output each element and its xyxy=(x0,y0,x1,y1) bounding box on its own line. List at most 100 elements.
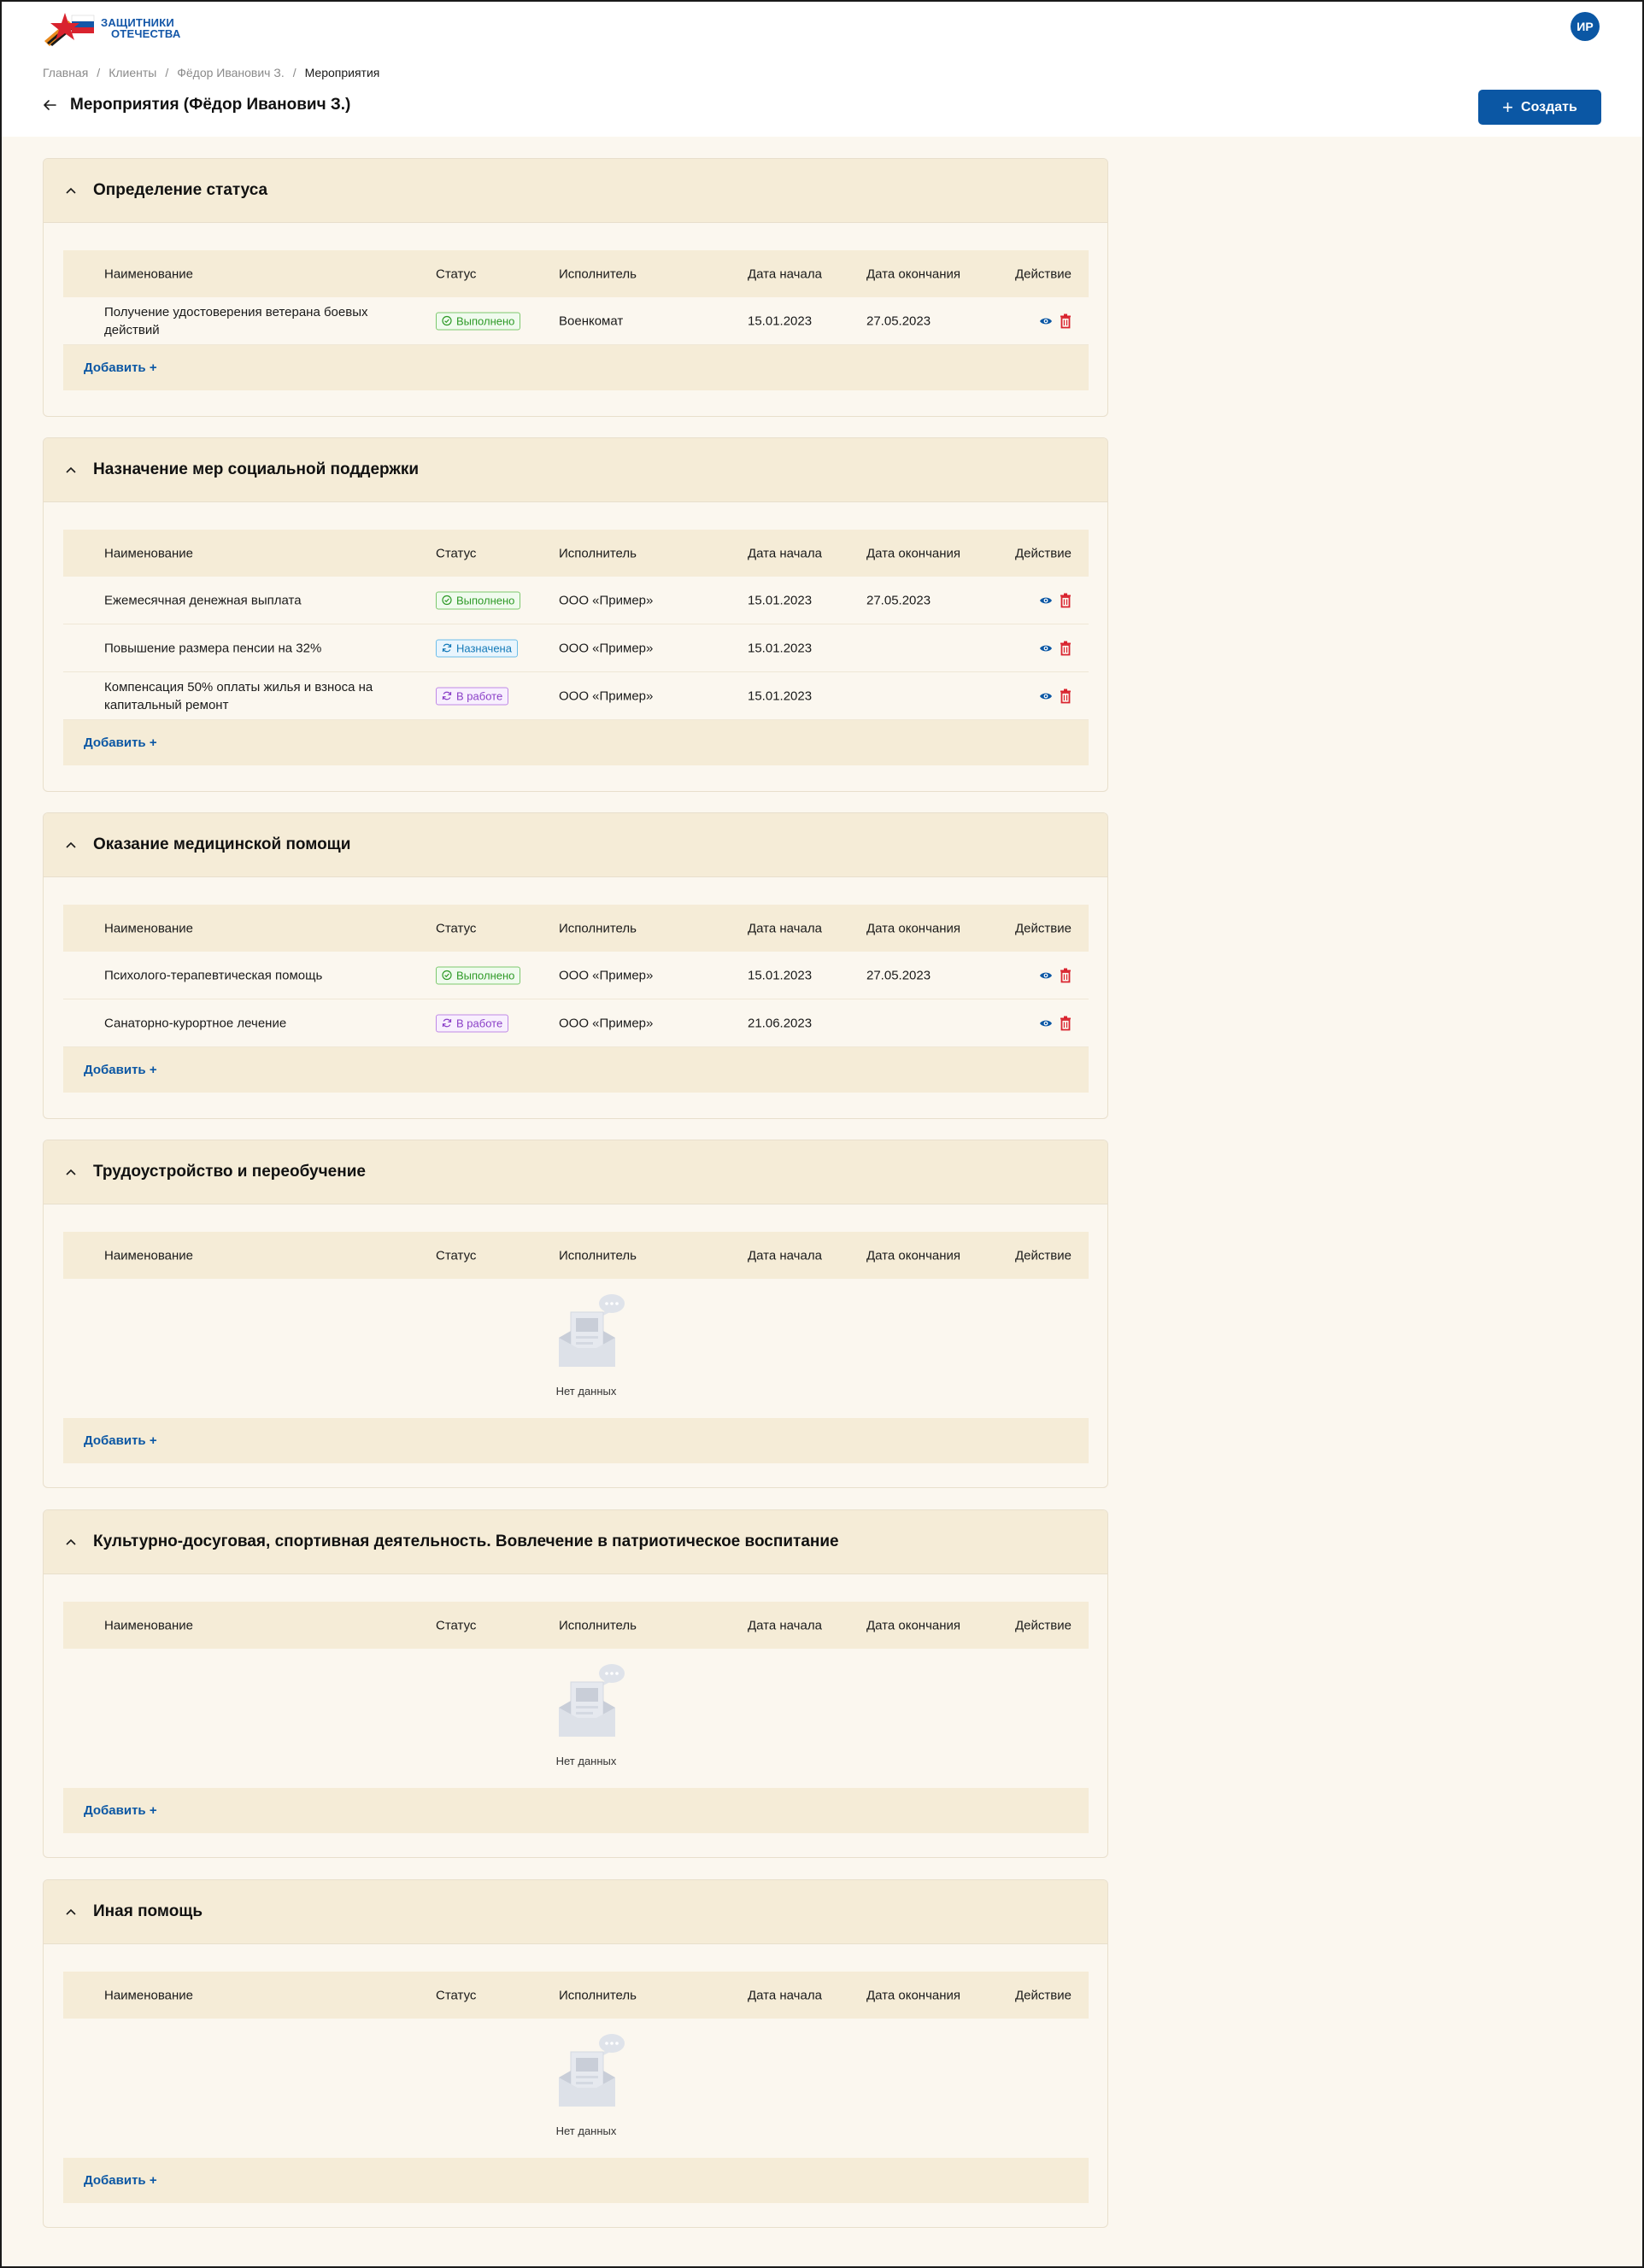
row-start-date: 15.01.2023 xyxy=(748,968,813,982)
breadcrumb-separator: / xyxy=(292,66,297,79)
section-header[interactable]: Назначение мер социальной поддержки xyxy=(44,438,1107,502)
view-eye-icon[interactable] xyxy=(1039,691,1053,701)
section-header[interactable]: Культурно-досуговая, спортивная деятельн… xyxy=(44,1510,1107,1574)
col-end-header: Дата окончания xyxy=(866,267,961,281)
view-eye-icon[interactable] xyxy=(1039,1018,1053,1029)
table-row[interactable]: Ежемесячная денежная выплата Выполнено О… xyxy=(63,577,1089,624)
chevron-up-icon[interactable] xyxy=(66,1536,78,1548)
events-table: Наименование Статус Исполнитель Дата нач… xyxy=(63,1972,1089,2203)
status-badge: Назначена xyxy=(436,639,518,657)
status-label: Назначена xyxy=(456,642,512,654)
breadcrumb-home[interactable]: Главная xyxy=(43,66,88,79)
col-start-header: Дата начала xyxy=(748,1988,822,2002)
delete-trash-icon[interactable] xyxy=(1060,689,1072,704)
row-executor: ООО «Пример» xyxy=(559,968,654,982)
col-name-header: Наименование xyxy=(104,1618,193,1632)
row-name: Компенсация 50% оплаты жилья и взноса на… xyxy=(104,679,373,712)
col-action-header: Действие xyxy=(1015,921,1072,935)
col-end-header: Дата окончания xyxy=(866,1248,961,1263)
row-start-date: 15.01.2023 xyxy=(748,314,813,328)
section-employment: Трудоустройство и переобучение Наименова… xyxy=(43,1140,1108,1488)
table-header: Наименование Статус Исполнитель Дата нач… xyxy=(63,1972,1089,2019)
add-event-link[interactable]: Добавить + xyxy=(84,1803,157,1818)
col-name-header: Наименование xyxy=(104,546,193,560)
table-header: Наименование Статус Исполнитель Дата нач… xyxy=(63,905,1089,952)
logo[interactable]: ЗАЩИТНИКИ ОТЕЧЕСТВА xyxy=(43,9,180,48)
status-label: Выполнено xyxy=(456,594,515,607)
section-title: Оказание медицинской помощи xyxy=(93,835,351,853)
delete-trash-icon[interactable] xyxy=(1060,593,1072,608)
status-badge: Выполнено xyxy=(436,312,521,330)
row-start-date: 21.06.2023 xyxy=(748,1016,813,1030)
row-name: Ежемесячная денежная выплата xyxy=(104,593,302,607)
check-circle-icon xyxy=(442,315,452,326)
col-end-header: Дата окончания xyxy=(866,921,961,935)
chevron-up-icon[interactable] xyxy=(66,839,78,851)
section-title: Определение статуса xyxy=(93,181,268,199)
view-eye-icon[interactable] xyxy=(1039,316,1053,326)
chevron-up-icon[interactable] xyxy=(66,185,78,196)
row-end-date: 27.05.2023 xyxy=(866,593,931,607)
row-name: Санаторно-курортное лечение xyxy=(104,1016,287,1030)
col-name-header: Наименование xyxy=(104,1248,193,1263)
chevron-up-icon[interactable] xyxy=(66,1906,78,1918)
col-start-header: Дата начала xyxy=(748,1248,822,1263)
breadcrumb-current: Мероприятия xyxy=(304,66,380,79)
create-button[interactable]: + Создать xyxy=(1478,90,1601,125)
section-title: Назначение мер социальной поддержки xyxy=(93,460,420,478)
breadcrumb-clients[interactable]: Клиенты xyxy=(109,66,156,79)
add-event-link[interactable]: Добавить + xyxy=(84,360,157,375)
chevron-up-icon[interactable] xyxy=(66,1166,78,1178)
row-executor: ООО «Пример» xyxy=(559,593,654,607)
empty-inbox-icon xyxy=(559,1664,625,1737)
row-end-date: 27.05.2023 xyxy=(866,314,931,328)
logo-emblem-icon xyxy=(44,13,95,46)
row-name: Получение удостоверения ветерана боевых … xyxy=(104,304,368,337)
section-other-help: Иная помощь Наименование Статус Исполнит… xyxy=(43,1879,1108,2228)
empty-state-text: Нет данных xyxy=(555,2124,617,2137)
top-header: ЗАЩИТНИКИ ОТЕЧЕСТВА ИР Главная / Клиенты… xyxy=(0,0,1644,137)
section-header[interactable]: Определение статуса xyxy=(44,159,1107,223)
row-end-date: 27.05.2023 xyxy=(866,968,931,982)
add-event-link[interactable]: Добавить + xyxy=(84,1433,157,1448)
add-row: Добавить + xyxy=(63,345,1089,390)
avatar[interactable]: ИР xyxy=(1571,12,1600,41)
row-start-date: 15.01.2023 xyxy=(748,689,813,703)
section-header[interactable]: Оказание медицинской помощи xyxy=(44,813,1107,877)
col-status-header: Статус xyxy=(436,921,477,935)
table-row[interactable]: Компенсация 50% оплаты жилья и взноса на… xyxy=(63,672,1089,720)
view-eye-icon[interactable] xyxy=(1039,595,1053,606)
view-eye-icon[interactable] xyxy=(1039,643,1053,653)
delete-trash-icon[interactable] xyxy=(1060,314,1072,329)
add-event-link[interactable]: Добавить + xyxy=(84,2173,157,2188)
table-row[interactable]: Санаторно-курортное лечение В работе ООО… xyxy=(63,999,1089,1047)
events-table: Наименование Статус Исполнитель Дата нач… xyxy=(63,1602,1089,1833)
section-header[interactable]: Иная помощь xyxy=(44,1880,1107,1944)
col-executor-header: Исполнитель xyxy=(559,1988,637,2002)
add-row: Добавить + xyxy=(63,1418,1089,1463)
add-event-link[interactable]: Добавить + xyxy=(84,735,157,750)
add-event-link[interactable]: Добавить + xyxy=(84,1063,157,1077)
breadcrumb-client[interactable]: Фёдор Иванович З. xyxy=(177,66,285,79)
delete-trash-icon[interactable] xyxy=(1060,1016,1072,1031)
col-name-header: Наименование xyxy=(104,921,193,935)
status-label: Выполнено xyxy=(456,969,515,982)
check-circle-icon xyxy=(442,595,452,606)
table-row[interactable]: Получение удостоверения ветерана боевых … xyxy=(63,297,1089,345)
section-header[interactable]: Трудоустройство и переобучение xyxy=(44,1140,1107,1204)
section-title: Иная помощь xyxy=(93,1902,203,1920)
delete-trash-icon[interactable] xyxy=(1060,968,1072,983)
back-arrow-icon[interactable] xyxy=(43,97,58,113)
col-executor-header: Исполнитель xyxy=(559,921,637,935)
section-social-support: Назначение мер социальной поддержки Наим… xyxy=(43,437,1108,792)
table-row[interactable]: Повышение размера пенсии на 32% Назначен… xyxy=(63,624,1089,672)
sync-icon xyxy=(442,691,452,701)
col-executor-header: Исполнитель xyxy=(559,1248,637,1263)
chevron-up-icon[interactable] xyxy=(66,464,78,476)
table-row[interactable]: Психолого-терапевтическая помощь Выполне… xyxy=(63,952,1089,999)
table-header: Наименование Статус Исполнитель Дата нач… xyxy=(63,250,1089,297)
view-eye-icon[interactable] xyxy=(1039,970,1053,981)
delete-trash-icon[interactable] xyxy=(1060,641,1072,656)
status-badge: В работе xyxy=(436,1014,509,1032)
section-title: Трудоустройство и переобучение xyxy=(93,1163,366,1181)
